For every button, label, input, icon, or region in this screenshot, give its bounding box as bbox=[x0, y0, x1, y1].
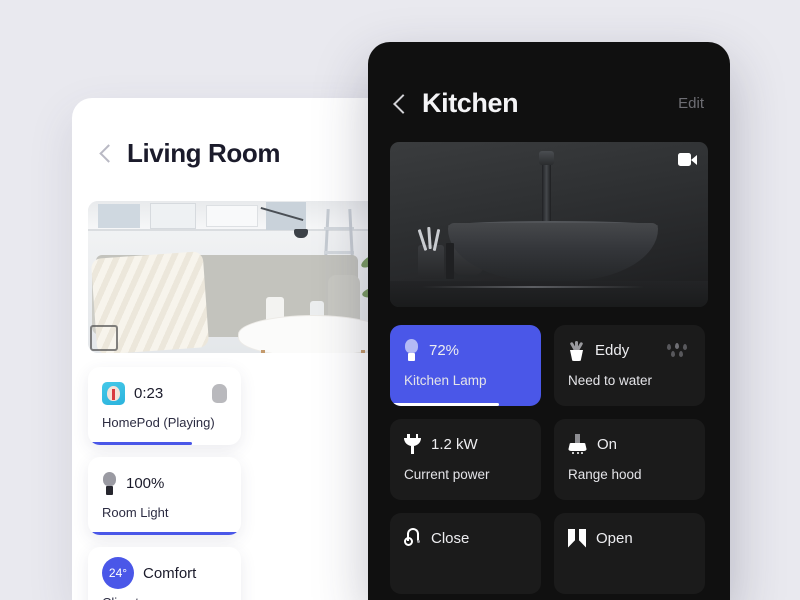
card-value: Open bbox=[596, 529, 633, 547]
device-card-kitchen-lamp[interactable]: 72% Kitchen Lamp bbox=[390, 325, 541, 406]
page-title: Kitchen bbox=[422, 88, 519, 118]
camera-faucet-cap bbox=[539, 151, 554, 165]
card-value: Close bbox=[431, 529, 470, 547]
chevron-left-icon[interactable] bbox=[394, 92, 408, 116]
card-top-row: Eddy bbox=[568, 338, 691, 362]
living-room-panel: Living Room 0:23 HomePod (Playing) 100% … bbox=[72, 98, 390, 600]
card-top-row: 72% bbox=[404, 338, 527, 362]
progress-bar bbox=[88, 442, 193, 445]
range-hood-icon bbox=[568, 434, 587, 454]
living-room-photo[interactable] bbox=[88, 201, 390, 353]
card-top-row: 0:23 bbox=[102, 380, 227, 406]
camera-bottle bbox=[446, 243, 454, 279]
shelf-object bbox=[98, 204, 140, 228]
card-label: Current power bbox=[404, 467, 490, 482]
chevron-left-icon[interactable] bbox=[100, 143, 113, 165]
device-card-homepod[interactable]: 0:23 HomePod (Playing) bbox=[88, 367, 241, 445]
card-top-row: 24° Comfort bbox=[102, 557, 227, 589]
plant-icon bbox=[568, 339, 585, 361]
device-card-lock[interactable]: Close bbox=[390, 513, 541, 594]
living-room-header: Living Room bbox=[72, 98, 390, 169]
camera-counter bbox=[390, 281, 708, 307]
card-label: Kitchen Lamp bbox=[404, 373, 487, 388]
shelf-object bbox=[206, 205, 258, 227]
device-card-range-hood[interactable]: On Range hood bbox=[554, 419, 705, 500]
album-art-icon bbox=[102, 381, 125, 405]
card-top-row: On bbox=[568, 432, 691, 456]
bulb-icon bbox=[404, 338, 419, 362]
card-value: 100% bbox=[126, 474, 165, 492]
living-room-device-cards: 0:23 HomePod (Playing) 100% Room Light 2… bbox=[72, 353, 390, 600]
card-top-row: 100% bbox=[102, 470, 227, 496]
kitchen-device-cards: 72% Kitchen Lamp Eddy Need to water 1.2 … bbox=[368, 307, 730, 594]
photo-basket bbox=[90, 325, 118, 351]
card-value: 1.2 kW bbox=[431, 435, 478, 453]
device-card-room-light[interactable]: 100% Room Light bbox=[88, 457, 241, 535]
device-card-climate[interactable]: 24° Comfort Climate bbox=[88, 547, 241, 600]
kitchen-panel: Kitchen Edit 72% Kitchen Lamp Eddy Need … bbox=[368, 42, 730, 600]
video-camera-icon bbox=[678, 153, 697, 166]
card-value: 72% bbox=[429, 341, 460, 359]
card-top-row: Open bbox=[568, 526, 691, 550]
curtains-icon bbox=[568, 528, 586, 548]
shelf-object bbox=[150, 203, 196, 229]
power-plug-icon bbox=[404, 434, 421, 454]
camera-utensil-cup bbox=[417, 226, 444, 279]
camera-faucet bbox=[542, 157, 551, 229]
card-label: Climate bbox=[102, 595, 227, 600]
card-label: HomePod (Playing) bbox=[102, 415, 215, 430]
card-label: Need to water bbox=[568, 373, 653, 388]
device-card-curtains[interactable]: Open bbox=[554, 513, 705, 594]
edit-button[interactable]: Edit bbox=[678, 95, 704, 112]
card-value: 0:23 bbox=[134, 384, 164, 402]
page-title: Living Room bbox=[127, 138, 281, 168]
card-value: Eddy bbox=[595, 341, 630, 359]
water-drops-icon bbox=[665, 342, 691, 358]
card-top-row: Close bbox=[404, 526, 527, 550]
temperature-badge-icon: 24° bbox=[102, 557, 134, 589]
card-top-row: 1.2 kW bbox=[404, 432, 527, 456]
bulb-icon bbox=[102, 471, 117, 495]
device-card-current-power[interactable]: 1.2 kW Current power bbox=[390, 419, 541, 500]
kitchen-camera-feed[interactable] bbox=[390, 142, 708, 307]
card-value: On bbox=[597, 435, 618, 453]
card-label: Range hood bbox=[568, 467, 642, 482]
lock-icon bbox=[404, 527, 421, 549]
homepod-icon bbox=[212, 383, 227, 403]
progress-bar bbox=[88, 532, 241, 535]
card-value: Comfort bbox=[143, 564, 197, 582]
card-label: Room Light bbox=[102, 505, 169, 520]
progress-bar bbox=[390, 403, 499, 406]
device-card-plant-eddy[interactable]: Eddy Need to water bbox=[554, 325, 705, 406]
kitchen-header: Kitchen Edit bbox=[368, 42, 730, 119]
